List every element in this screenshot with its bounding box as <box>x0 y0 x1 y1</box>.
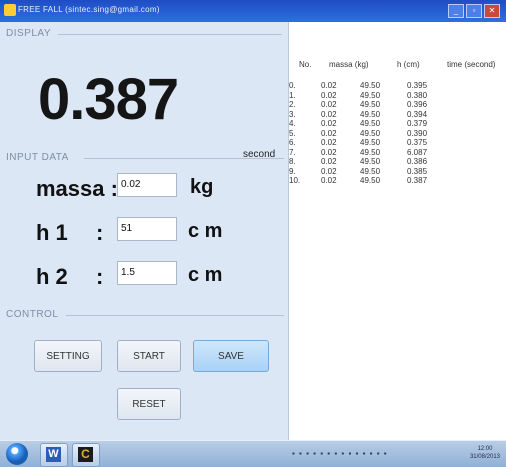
table-cell: 0.02 <box>321 147 337 157</box>
header-h: h (cm) <box>397 60 420 69</box>
table-cell: 49.50 <box>360 157 381 166</box>
table-cell: 0.02 <box>321 157 337 166</box>
column-massa-value: 49.50 49.50 49.50 49.50 49.50 49.50 49.5… <box>360 81 380 186</box>
table-cell: 0.390 <box>407 128 428 138</box>
time-display: 0.387 <box>38 67 179 132</box>
table-cell: 49.50 <box>360 138 381 147</box>
table-cell: 0.02 <box>321 100 337 109</box>
start-button[interactable]: START <box>117 340 181 372</box>
massa-unit: kg <box>190 176 214 198</box>
control-divider <box>66 315 284 316</box>
table-cell: 6. <box>289 138 296 147</box>
h1-unit: c m <box>188 220 223 242</box>
column-h: 0.395 0.380 0.396 0.394 0.379 0.390 0.37… <box>407 81 427 186</box>
header-no: No. <box>299 60 312 69</box>
clock-date: 31/08/2013 <box>469 454 500 460</box>
app-icon <box>4 4 16 16</box>
h2-colon: : <box>96 264 104 289</box>
system-tray-icons[interactable]: ▪ ▪ ▪ ▪ ▪ ▪ ▪ ▪ ▪ ▪ ▪ ▪ ▪ ▪ <box>292 449 388 458</box>
table-cell: 0. <box>289 81 296 90</box>
minimize-button[interactable]: _ <box>448 4 464 18</box>
table-cell: 49.50 <box>360 166 381 176</box>
table-cell: 0.02 <box>321 90 337 100</box>
table-cell: 49.50 <box>360 119 381 128</box>
table-cell: 6.087 <box>407 147 428 157</box>
close-button[interactable]: ✕ <box>484 4 500 18</box>
column-massa: 0.02 0.02 0.02 0.02 0.02 0.02 0.02 0.02 … <box>321 81 337 186</box>
table-cell: 0.386 <box>407 157 428 166</box>
setting-button[interactable]: SETTING <box>34 340 102 372</box>
display-divider <box>58 34 282 35</box>
left-panel: DISPLAY 0.387 second INPUT DATA massa : … <box>0 22 289 440</box>
word-icon: W <box>46 447 61 462</box>
column-no: 0. 1. 2. 3. 4. 5. 6. 7. 8. 9. 10. <box>289 81 309 186</box>
table-cell: 0.380 <box>407 90 428 100</box>
display-group-label: DISPLAY <box>6 28 51 39</box>
table-cell: 2. <box>289 100 296 109</box>
table-cell: 0.02 <box>321 128 337 138</box>
header-time: time (second) <box>447 60 496 69</box>
input-divider <box>84 158 284 159</box>
table-cell: 49.50 <box>360 176 381 185</box>
table-cell: 0.387 <box>407 176 428 185</box>
table-cell: 8. <box>289 157 296 166</box>
table-cell: 3. <box>289 109 296 119</box>
table-cell: 10. <box>289 176 301 185</box>
table-cell: 1. <box>289 90 296 100</box>
h1-label: h 1 <box>36 220 68 245</box>
table-cell: 49.50 <box>360 100 381 109</box>
word-taskbar-button[interactable]: W <box>40 443 68 467</box>
h2-unit: c m <box>188 264 223 286</box>
clock[interactable]: 12:00 31/08/2013 <box>470 445 500 461</box>
window-controls: _ ▫ ✕ <box>448 4 500 18</box>
start-button[interactable] <box>6 443 28 465</box>
table-cell: 9. <box>289 166 296 176</box>
table-cell: 0.385 <box>407 166 428 176</box>
app-icon: C <box>78 447 93 462</box>
massa-input[interactable]: 0.02 <box>117 173 177 197</box>
table-cell: 49.50 <box>360 81 381 90</box>
table-cell: 0.379 <box>407 119 428 128</box>
table-cell: 0.02 <box>321 138 337 147</box>
table-cell: 5. <box>289 128 296 138</box>
table-cell: 0.02 <box>321 109 337 119</box>
massa-label: massa : <box>36 176 118 201</box>
h2-label: h 2 <box>36 264 68 289</box>
table-cell: 0.394 <box>407 109 428 119</box>
window-title: FREE FALL (sintec.sing@gmail.com) <box>18 5 160 14</box>
save-button[interactable]: SAVE <box>193 340 269 372</box>
input-group-label: INPUT DATA <box>6 152 69 163</box>
table-cell: 4. <box>289 119 296 128</box>
table-cell: 0.395 <box>407 81 428 90</box>
maximize-button[interactable]: ▫ <box>466 4 482 18</box>
table-cell: 7. <box>289 147 296 157</box>
table-cell: 49.50 <box>360 128 381 138</box>
control-group-label: CONTROL <box>6 309 59 320</box>
h1-colon: : <box>96 220 104 245</box>
header-massa: massa (kg) <box>329 60 369 69</box>
table-cell: 0.396 <box>407 100 428 109</box>
table-cell: 49.50 <box>360 109 381 119</box>
table-cell: 0.02 <box>321 119 337 128</box>
reset-button[interactable]: RESET <box>117 388 181 420</box>
table-cell: 49.50 <box>360 90 381 100</box>
table-cell: 49.50 <box>360 147 381 157</box>
table-cell: 0.375 <box>407 138 428 147</box>
results-table: No. massa (kg) h (cm) time (second) 0. 1… <box>289 22 506 440</box>
h1-input[interactable]: 51 <box>117 217 177 241</box>
h2-input[interactable]: 1.5 <box>117 261 177 285</box>
table-cell: 0.02 <box>321 166 337 176</box>
table-cell: 0.02 <box>321 81 337 90</box>
clock-time: 12:00 <box>477 446 493 452</box>
title-bar: FREE FALL (sintec.sing@gmail.com) _ ▫ ✕ <box>0 0 506 22</box>
taskbar: W C ▪ ▪ ▪ ▪ ▪ ▪ ▪ ▪ ▪ ▪ ▪ ▪ ▪ ▪ 12:00 31… <box>0 440 506 467</box>
app-taskbar-button[interactable]: C <box>72 443 100 467</box>
table-cell: 0.02 <box>321 176 337 185</box>
